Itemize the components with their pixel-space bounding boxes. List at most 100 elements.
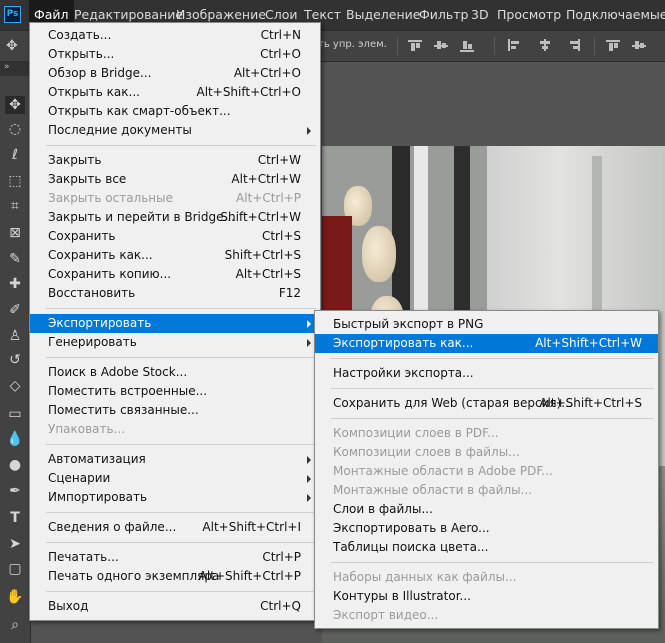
export-menu-item[interactable]: Быстрый экспорт в PNG	[315, 315, 658, 334]
export-menu-item[interactable]: Экспортировать в Aero...	[315, 519, 658, 538]
menu-select[interactable]: Выделение	[346, 0, 420, 30]
file-menu-item[interactable]: Обзор в Bridge... Alt+Ctrl+O	[30, 64, 320, 83]
export-menu-item[interactable]: Экспортировать как... Alt+Shift+Ctrl+W	[315, 334, 658, 353]
menu-item-label: Экспортировать в Aero...	[333, 521, 490, 535]
file-menu-item[interactable]: Закрыть все Alt+Ctrl+W	[30, 170, 320, 189]
export-menu-item: Наборы данных как файлы...	[315, 568, 658, 587]
menu-3d[interactable]: 3D	[471, 0, 489, 30]
export-menu-item[interactable]: Слои в файлы...	[315, 500, 658, 519]
submenu-arrow-icon	[307, 494, 311, 502]
align-bottom-icon[interactable]	[460, 39, 474, 52]
menu-separator	[46, 308, 316, 309]
move-tool-icon[interactable]: ✥	[5, 96, 25, 114]
file-menu-item[interactable]: Поместить встроенные...	[30, 382, 320, 401]
eyedropper-tool-icon[interactable]: ✎	[5, 250, 25, 268]
move-tool-options-icon[interactable]: ✥	[6, 38, 22, 54]
menu-item-shortcut: Ctrl+Q	[260, 599, 301, 613]
menu-separator	[46, 357, 316, 358]
distribute-center-icon[interactable]	[632, 39, 646, 52]
file-menu-item[interactable]: Импортировать	[30, 488, 320, 507]
history-brush-tool-icon[interactable]: ↺	[5, 351, 25, 369]
align-horizontal-center-icon[interactable]	[538, 39, 552, 52]
align-top-icon[interactable]	[408, 39, 422, 52]
menu-item-label: Композиции слоев в файлы...	[333, 445, 520, 459]
photo-lantern	[362, 226, 396, 282]
menu-item-label: Композиции слоев в PDF...	[333, 426, 499, 440]
menu-item-label: Выход	[48, 599, 89, 613]
file-menu-item[interactable]: Поместить связанные...	[30, 401, 320, 420]
menu-filter[interactable]: Фильтр	[419, 0, 468, 30]
rectangle-tool-icon[interactable]: ▢	[5, 560, 25, 578]
distribute-top-icon[interactable]	[606, 39, 620, 52]
divider	[594, 37, 595, 55]
menu-item-label: Контуры в Illustrator...	[333, 589, 471, 603]
submenu-arrow-icon	[307, 320, 311, 328]
align-right-icon[interactable]	[566, 39, 580, 52]
file-menu-item[interactable]: Сохранить Ctrl+S	[30, 227, 320, 246]
menu-item-label: Сведения о файле...	[48, 520, 177, 534]
file-menu-item: Упаковать...	[30, 420, 320, 439]
hand-tool-icon[interactable]: ✋	[5, 588, 25, 606]
menu-item-label: Автоматизация	[48, 452, 146, 466]
export-menu-item[interactable]: Таблицы поиска цвета...	[315, 538, 658, 557]
file-menu-item[interactable]: Сведения о файле... Alt+Shift+Ctrl+I	[30, 518, 320, 537]
blur-tool-icon[interactable]: 💧	[5, 430, 25, 448]
export-menu-item[interactable]: Сохранить для Web (старая версия)... Alt+…	[315, 394, 658, 413]
file-menu-item[interactable]: Восстановить F12	[30, 284, 320, 303]
marquee-tool-icon[interactable]: ◌	[5, 120, 25, 138]
clone-stamp-tool-icon[interactable]: ♙	[5, 327, 25, 345]
menu-view[interactable]: Просмотр	[497, 0, 561, 30]
export-menu-item[interactable]: Настройки экспорта...	[315, 364, 658, 383]
file-menu-item[interactable]: Печатать... Ctrl+P	[30, 548, 320, 567]
menu-item-label: Сохранить	[48, 229, 116, 243]
file-menu-item[interactable]: Печать одного экземпляра Alt+Shift+Ctrl+P	[30, 567, 320, 586]
file-menu-item[interactable]: Поиск в Adobe Stock...	[30, 363, 320, 382]
align-left-icon[interactable]	[508, 39, 522, 52]
menu-separator	[46, 542, 316, 543]
file-menu-item[interactable]: Сценарии	[30, 469, 320, 488]
menu-separator	[46, 591, 316, 592]
file-menu-item[interactable]: Генерировать	[30, 333, 320, 352]
zoom-tool-icon[interactable]: ⌕	[5, 616, 25, 634]
menu-item-label: Восстановить	[48, 286, 136, 300]
eraser-tool-icon[interactable]: ◇	[5, 377, 25, 395]
file-menu-item[interactable]: Открыть... Ctrl+O	[30, 45, 320, 64]
menu-item-shortcut: Shift+Ctrl+S	[224, 248, 301, 262]
menu-plugins[interactable]: Подключаемые м	[566, 0, 665, 30]
dodge-tool-icon[interactable]: ●	[5, 456, 25, 474]
gradient-tool-icon[interactable]: ▭	[5, 405, 25, 423]
healing-brush-tool-icon[interactable]: ✚	[5, 275, 25, 293]
frame-tool-icon[interactable]: ⊠	[5, 224, 25, 242]
panel-collapse-bar[interactable]: »	[0, 62, 30, 76]
brush-tool-icon[interactable]: ✐	[5, 301, 25, 319]
file-menu-item[interactable]: Сохранить как... Shift+Ctrl+S	[30, 246, 320, 265]
menu-item-label: Последние документы	[48, 123, 192, 137]
lasso-tool-icon[interactable]: ℓ	[5, 146, 25, 164]
align-vertical-center-icon[interactable]	[434, 39, 448, 52]
collapse-panels-icon[interactable]: »	[4, 62, 10, 72]
menu-item-label: Сохранить копию...	[48, 267, 172, 281]
path-select-tool-icon[interactable]: ➤	[5, 535, 25, 553]
file-menu-item[interactable]: Открыть как смарт-объект...	[30, 102, 320, 121]
file-menu-item[interactable]: Закрыть Ctrl+W	[30, 151, 320, 170]
file-menu-item[interactable]: Создать... Ctrl+N	[30, 26, 320, 45]
submenu-arrow-icon	[307, 339, 311, 347]
pen-tool-icon[interactable]: ✒	[5, 482, 25, 500]
file-menu-item[interactable]: Закрыть и перейти в Bridge... Shift+Ctrl+…	[30, 208, 320, 227]
export-menu-item: Композиции слоев в файлы...	[315, 443, 658, 462]
file-menu-item[interactable]: Сохранить копию... Alt+Ctrl+S	[30, 265, 320, 284]
file-menu-item[interactable]: Выход Ctrl+Q	[30, 597, 320, 616]
menu-item-label: Слои в файлы...	[333, 502, 433, 516]
menu-item-label: Монтажные области в Adobe PDF...	[333, 464, 553, 478]
crop-tool-icon[interactable]: ⌗	[5, 197, 25, 215]
type-tool-icon[interactable]: T	[5, 509, 25, 527]
file-menu-item[interactable]: Открыть как... Alt+Shift+Ctrl+O	[30, 83, 320, 102]
file-menu-item[interactable]: Экспортировать	[30, 314, 320, 333]
export-menu-item[interactable]: Контуры в Illustrator...	[315, 587, 658, 606]
file-menu-item[interactable]: Последние документы	[30, 121, 320, 140]
show-transform-controls-label[interactable]: ть упр. элем.	[318, 39, 387, 50]
export-menu-item: Экспорт видео...	[315, 606, 658, 625]
file-menu-item[interactable]: Автоматизация	[30, 450, 320, 469]
menu-item-label: Поместить связанные...	[48, 403, 199, 417]
object-select-tool-icon[interactable]: ⬚	[5, 172, 25, 190]
